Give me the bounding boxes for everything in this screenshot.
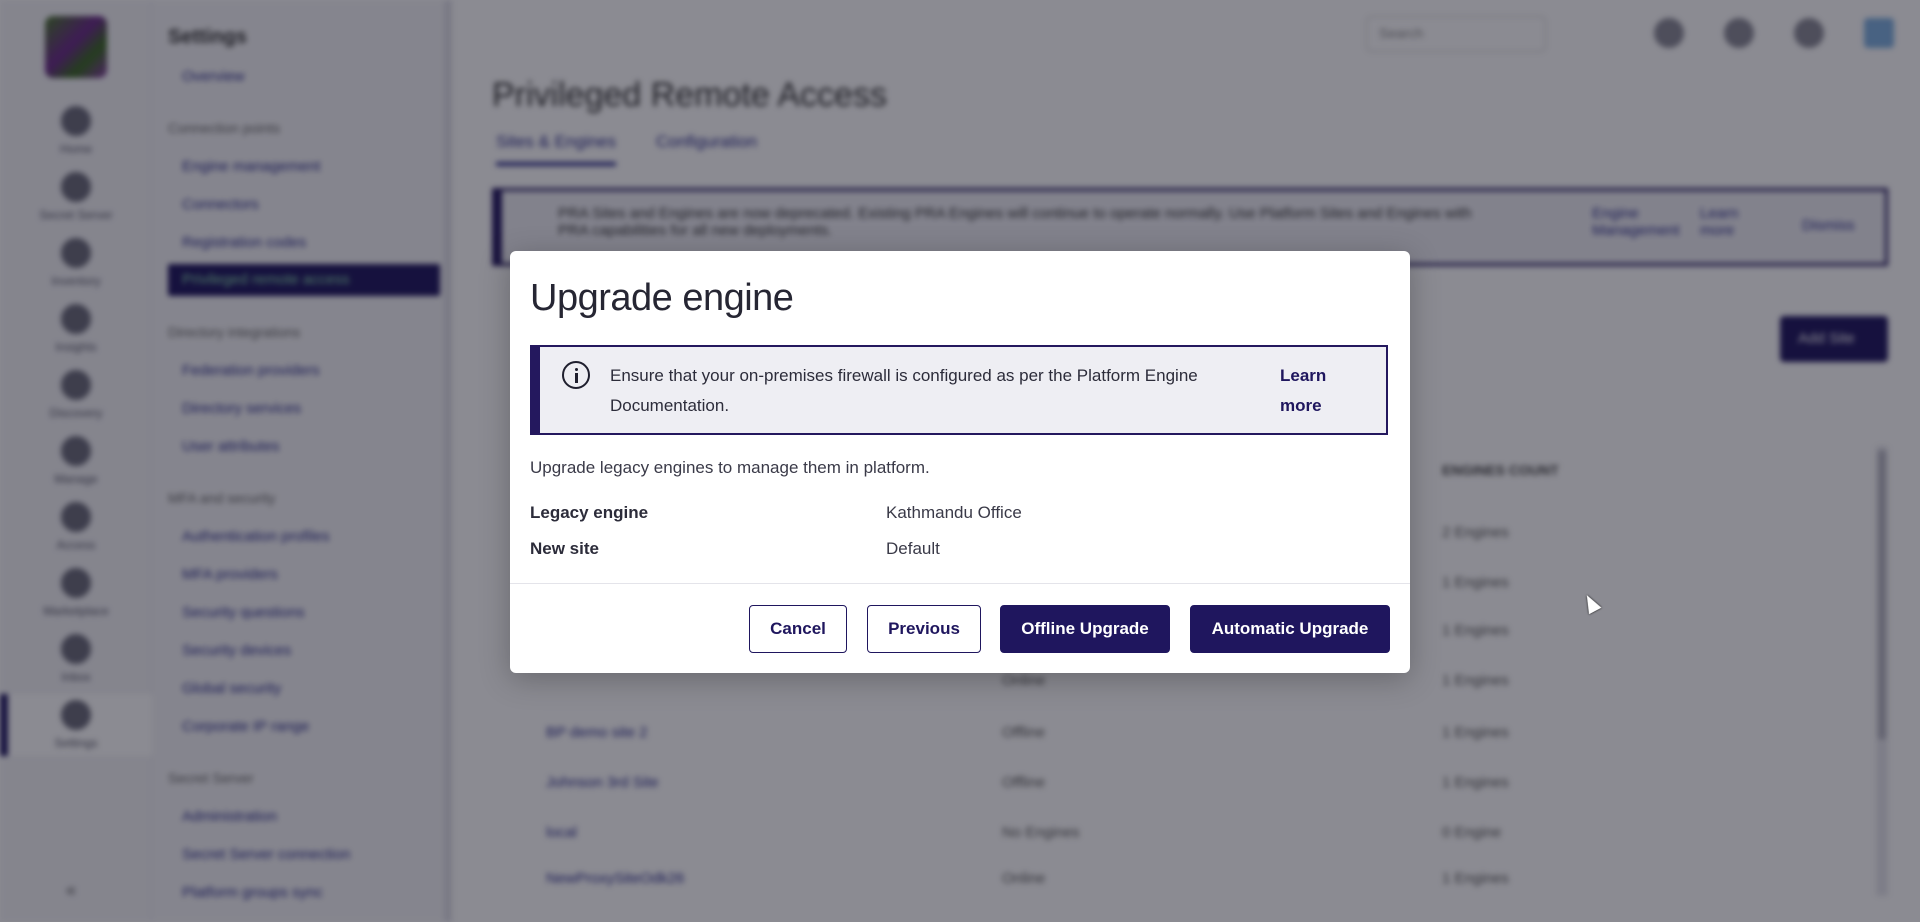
upgrade-engine-dialog: Upgrade engine Ensure that your on-premi… [510, 251, 1410, 673]
cancel-button[interactable]: Cancel [749, 605, 847, 653]
learn-more-link[interactable]: Learn more [1280, 361, 1350, 421]
legacy-engine-label: Legacy engine [530, 503, 649, 522]
info-alert: Ensure that your on-premises firewall is… [530, 345, 1388, 435]
offline-upgrade-button[interactable]: Offline Upgrade [1000, 605, 1170, 653]
dialog-title: Upgrade engine [530, 277, 794, 319]
previous-button[interactable]: Previous [867, 605, 981, 653]
new-site-label: New site [530, 539, 599, 558]
legacy-engine-value: Kathmandu Office [886, 503, 1022, 522]
alert-text: Ensure that your on-premises firewall is… [610, 366, 1198, 415]
footer-divider [510, 583, 1410, 584]
info-icon [562, 361, 590, 389]
new-site-value: Default [886, 539, 940, 558]
automatic-upgrade-button[interactable]: Automatic Upgrade [1190, 605, 1390, 653]
dialog-description: Upgrade legacy engines to manage them in… [530, 458, 930, 477]
